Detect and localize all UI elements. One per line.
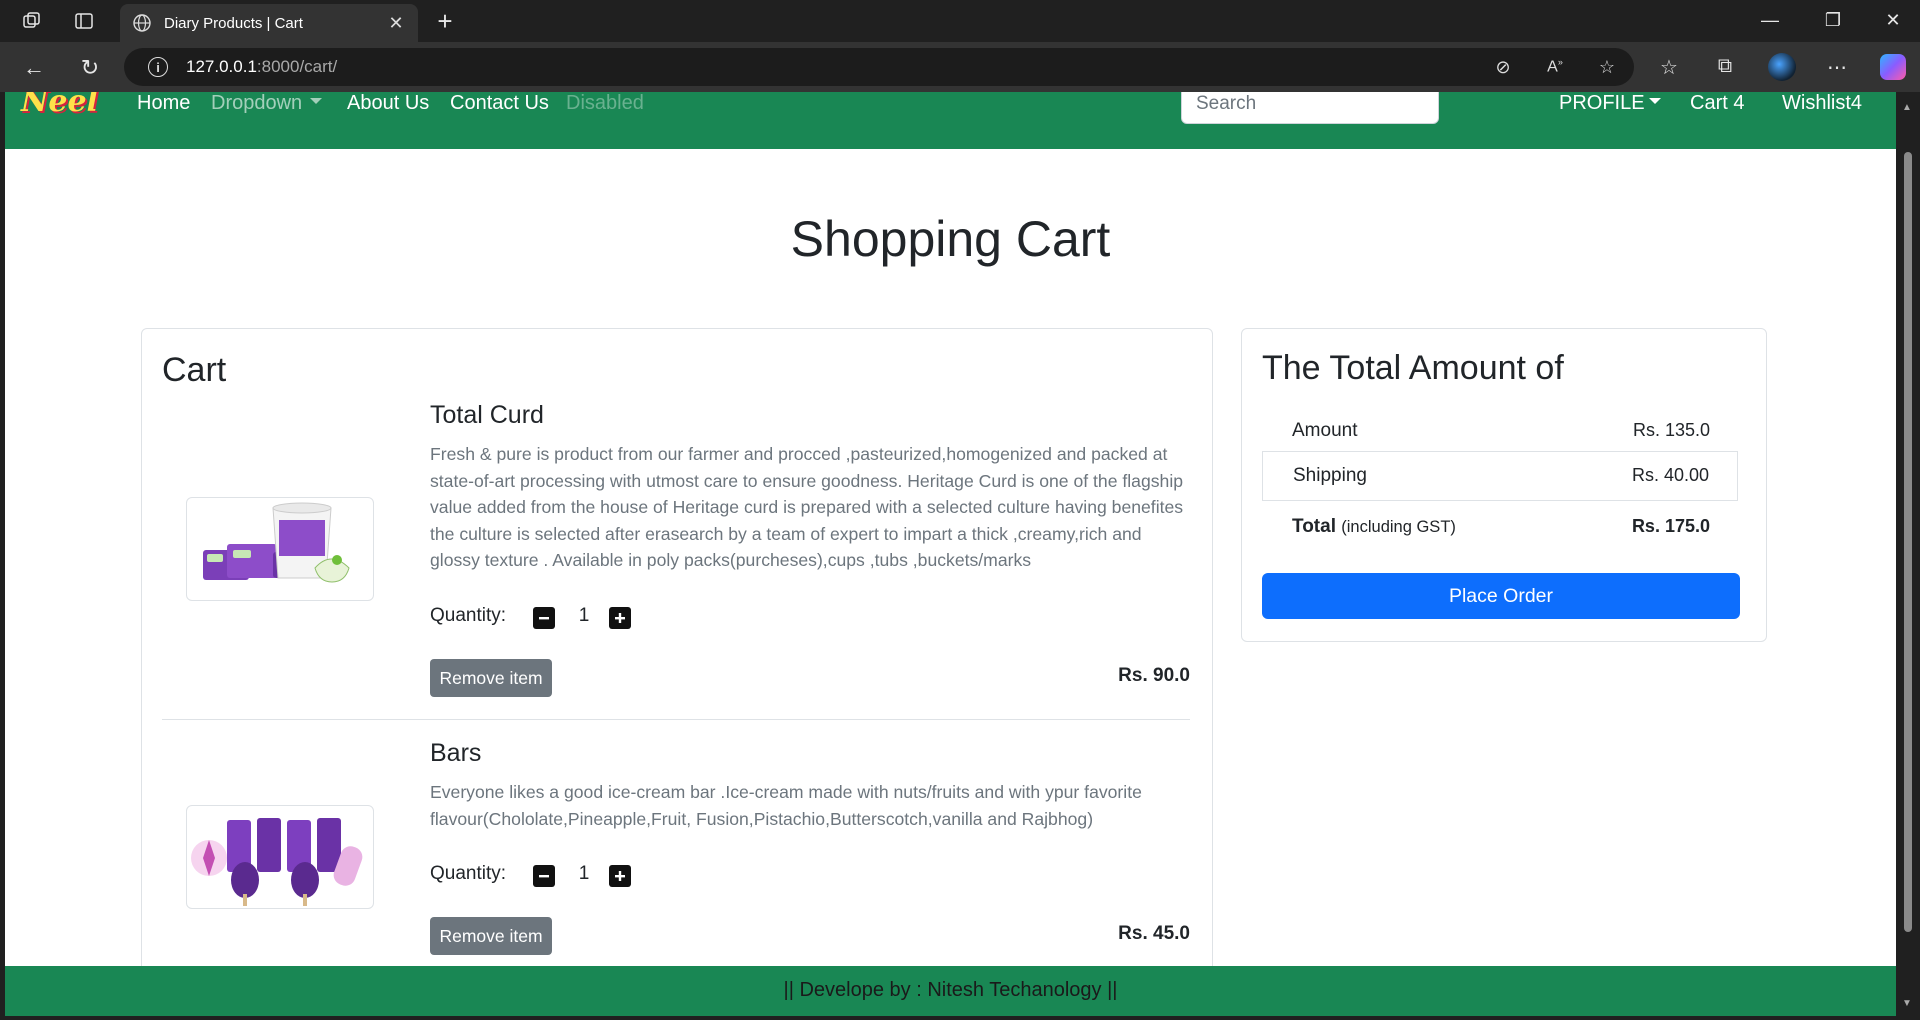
chevron-down-icon — [310, 97, 323, 104]
increase-quantity-button[interactable] — [609, 607, 631, 629]
item-price: Rs. 45.0 — [1118, 923, 1190, 944]
cart-heading: Cart — [162, 351, 227, 389]
quantity-value: 1 — [578, 605, 590, 626]
address-toolbar: ← ↻ i 127.0.0.1:8000/cart/ ⊘ A» ☆ ☆ ⧉ ⋯ — [0, 42, 1920, 92]
item-price: Rs. 90.0 — [1118, 665, 1190, 686]
search-input[interactable] — [1181, 92, 1439, 124]
item-name: Total Curd — [430, 401, 544, 429]
increase-quantity-button[interactable] — [609, 865, 631, 887]
site-navbar: Neel Home Dropdown About Us Contact Us D… — [5, 92, 1896, 149]
new-tab-icon[interactable]: + — [432, 8, 458, 34]
minimize-icon[interactable]: — — [1755, 10, 1785, 31]
total-label-group: Total (including GST) — [1292, 516, 1456, 538]
workspaces-icon[interactable] — [20, 9, 44, 33]
nav-profile-label: PROFILE — [1559, 92, 1645, 114]
active-tab[interactable]: Diary Products | Cart ✕ — [120, 4, 418, 42]
remove-item-button[interactable]: Remove item — [430, 659, 552, 697]
item-description: Fresh & pure is product from our farmer … — [430, 444, 1184, 570]
favorites-icon[interactable]: ☆ — [1656, 55, 1682, 80]
shipping-row: Shipping Rs. 40.00 — [1262, 451, 1738, 501]
nav-home[interactable]: Home — [137, 92, 190, 114]
brand-logo[interactable]: Neel — [21, 92, 98, 117]
address-bar[interactable]: i 127.0.0.1:8000/cart/ ⊘ A» ☆ — [124, 48, 1634, 86]
url-host: 127.0.0.1 — [186, 57, 257, 76]
item-divider — [162, 719, 1190, 720]
product-image-bars — [186, 805, 374, 909]
nav-about[interactable]: About Us — [347, 92, 429, 114]
nav-profile[interactable]: PROFILE — [1559, 92, 1661, 114]
close-tab-icon[interactable]: ✕ — [386, 13, 406, 34]
place-order-button[interactable]: Place Order — [1262, 573, 1740, 619]
page-scrollbar[interactable]: ▲ ▼ — [1896, 92, 1920, 1020]
more-menu-icon[interactable]: ⋯ — [1824, 55, 1850, 80]
url-path: :8000/cart/ — [256, 57, 338, 76]
summary-heading: The Total Amount of — [1262, 349, 1564, 387]
amount-label: Amount — [1292, 420, 1358, 441]
amount-row: Amount Rs. 135.0 — [1262, 407, 1738, 457]
total-label: Total — [1292, 516, 1336, 537]
total-value: Rs. 175.0 — [1631, 516, 1710, 536]
nav-disabled: Disabled — [566, 92, 644, 114]
globe-icon — [132, 13, 152, 33]
copilot-icon[interactable] — [1880, 54, 1906, 80]
extensions-icon[interactable]: ⧉ — [1712, 55, 1738, 78]
vertical-tabs-icon[interactable] — [72, 9, 96, 33]
product-image-curd — [186, 497, 374, 601]
read-aloud-icon[interactable]: A» — [1544, 57, 1566, 76]
tracking-prevention-icon[interactable]: ⊘ — [1492, 57, 1514, 78]
quantity-value: 1 — [578, 863, 590, 884]
tab-title: Diary Products | Cart — [164, 14, 303, 32]
nav-contact[interactable]: Contact Us — [450, 92, 549, 114]
scrollbar-thumb[interactable] — [1904, 152, 1912, 932]
quantity-label: Quantity: — [430, 863, 507, 884]
item-name: Bars — [430, 739, 482, 767]
shipping-label: Shipping — [1293, 465, 1367, 486]
decrease-quantity-button[interactable] — [533, 865, 555, 887]
restore-icon[interactable]: ❐ — [1818, 10, 1848, 31]
page-viewport: Neel Home Dropdown About Us Contact Us D… — [5, 92, 1896, 1016]
nav-dropdown-label: Dropdown — [211, 92, 303, 114]
scroll-up-icon[interactable]: ▲ — [1902, 102, 1912, 113]
site-footer: || Develope by : Nitesh Techanology || — [5, 966, 1896, 1016]
decrease-quantity-button[interactable] — [533, 607, 555, 629]
chevron-down-icon — [1648, 97, 1661, 104]
total-sublabel: (including GST) — [1341, 518, 1456, 536]
total-row: Total (including GST) Rs. 175.0 — [1262, 503, 1738, 553]
page-title: Shopping Cart — [790, 211, 1111, 267]
back-icon[interactable]: ← — [20, 54, 48, 82]
profile-avatar[interactable] — [1768, 53, 1796, 81]
reload-icon[interactable]: ↻ — [76, 54, 104, 82]
nav-wishlist[interactable]: Wishlist4 — [1782, 92, 1862, 114]
cart-card: Cart Total Curd Fresh & pure is product … — [141, 328, 1213, 1016]
item-description: Everyone likes a good ice-cream bar .Ice… — [430, 782, 1142, 829]
favorite-star-icon[interactable]: ☆ — [1596, 57, 1618, 78]
shipping-value: Rs. 40.00 — [1631, 465, 1709, 485]
site-info-icon[interactable]: i — [148, 57, 168, 77]
browser-tab-strip: Diary Products | Cart ✕ + — ❐ ✕ — [0, 0, 1920, 42]
scroll-down-icon[interactable]: ▼ — [1902, 998, 1912, 1009]
nav-cart[interactable]: Cart 4 — [1690, 92, 1744, 114]
nav-dropdown[interactable]: Dropdown — [211, 92, 323, 114]
remove-item-button[interactable]: Remove item — [430, 917, 552, 955]
quantity-label: Quantity: — [430, 605, 507, 626]
close-window-icon[interactable]: ✕ — [1878, 10, 1908, 31]
amount-value: Rs. 135.0 — [1632, 420, 1710, 440]
order-summary-card: The Total Amount of Amount Rs. 135.0 Shi… — [1241, 328, 1767, 642]
